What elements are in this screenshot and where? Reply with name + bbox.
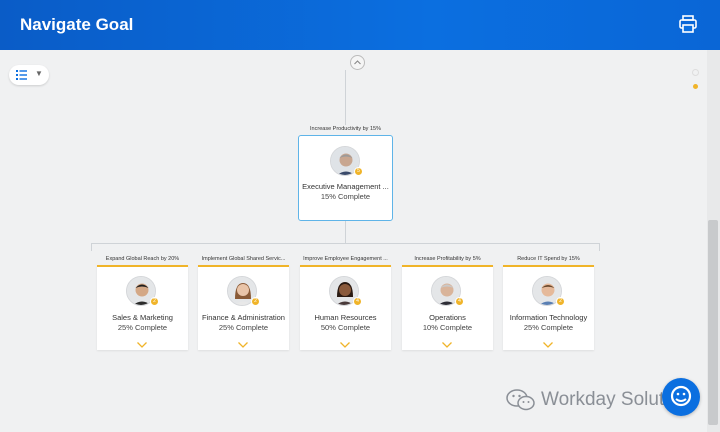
card-name: Operations [429,313,466,322]
view-toggle-button[interactable]: ▼ [9,65,49,85]
card-progress: 25% Complete [218,323,269,332]
connector-line [599,243,600,251]
root-goal-card[interactable]: 5 Executive Management ... 15% Complete [298,135,393,221]
root-goal-label: Increase Productivity by 15% [310,126,381,132]
connector-line [91,243,600,244]
goal-count-badge: 5 [354,167,363,176]
child-goal-label: Expand Global Reach by 20% [105,256,180,262]
navigation-dot[interactable] [692,69,699,76]
card-progress: 10% Complete [422,323,473,332]
card-name: Finance & Administration [202,313,285,322]
goal-count-badge: 2 [556,297,565,306]
navigation-dot-active[interactable] [693,84,698,89]
chevron-down-icon[interactable] [137,342,147,348]
card-progress: 25% Complete [117,323,168,332]
child-goal-label: Improve Employee Engagement ... [303,256,388,262]
goal-count-badge: 4 [455,297,464,306]
page-header: Navigate Goal [0,0,720,50]
child-goal-label: Reduce IT Spend by 15% [517,256,580,262]
card-name: Human Resources [314,313,377,322]
chevron-down-icon[interactable] [340,342,350,348]
connector-line [345,221,346,243]
connector-line [91,243,92,251]
collapse-parent-button[interactable] [350,55,365,70]
page-title: Navigate Goal [20,15,134,34]
goal-count-badge: 4 [353,297,362,306]
goal-count-badge: 2 [150,297,159,306]
chevron-up-icon [354,60,361,65]
child-goal-label: Implement Global Shared Servic... [201,256,286,262]
child-goal-label: Increase Profitability by 5% [414,256,481,262]
card-name: Executive Management ... [302,182,389,191]
child-goal-card[interactable]: 4 Human Resources 50% Complete [300,265,391,350]
help-chat-icon [670,385,692,407]
child-goal-card[interactable]: 2 Sales & Marketing 25% Complete [97,265,188,350]
printer-icon [679,15,697,33]
goal-count-badge: 2 [251,297,260,306]
card-name: Information Technology [509,313,588,322]
chevron-down-icon[interactable] [442,342,452,348]
connector-line [345,70,346,125]
chat-bubbles-icon [506,389,535,411]
print-button[interactable] [678,15,698,33]
chevron-down-icon[interactable] [543,342,553,348]
card-progress: 15% Complete [320,192,371,201]
card-progress: 50% Complete [320,323,371,332]
child-goal-card[interactable]: 2 Information Technology 25% Complete [503,265,594,350]
card-progress: 25% Complete [523,323,574,332]
scrollbar-thumb[interactable] [708,220,718,425]
caret-down-icon: ▼ [35,69,43,78]
chevron-down-icon[interactable] [238,342,248,348]
list-view-icon [16,70,27,80]
child-goal-card[interactable]: 2 Finance & Administration 25% Complete [198,265,289,350]
card-name: Sales & Marketing [112,313,173,322]
child-goal-card[interactable]: 4 Operations 10% Complete [402,265,493,350]
help-button[interactable] [662,378,700,416]
